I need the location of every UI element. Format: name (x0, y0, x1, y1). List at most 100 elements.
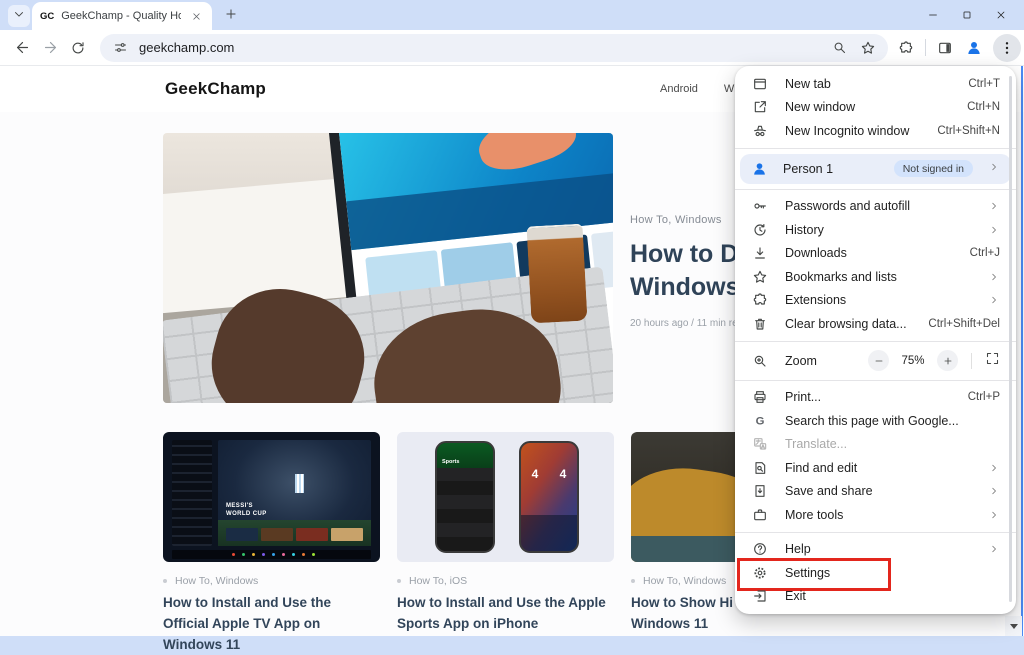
zoom-out-button[interactable] (868, 350, 889, 371)
extensions-puzzle-icon[interactable] (896, 38, 916, 58)
thumb-art-poster (331, 528, 363, 541)
site-settings-icon[interactable] (110, 38, 130, 58)
menu-item-new-incognito-window[interactable]: New Incognito window Ctrl+Shift+N (735, 119, 1016, 143)
menu-scrollbar[interactable] (1009, 76, 1012, 602)
page-scrollbar-corner[interactable] (1005, 616, 1022, 636)
menu-divider (735, 341, 1016, 342)
fullscreen-icon[interactable] (985, 351, 1000, 371)
new-tab-button[interactable] (222, 7, 240, 25)
menu-item-new-window[interactable]: New window Ctrl+N (735, 96, 1016, 120)
chevron-right-icon (988, 271, 1000, 283)
trash-icon (751, 315, 768, 332)
hero-art-drink-glass (527, 224, 588, 324)
window-edge-accent (1021, 66, 1023, 636)
chevron-down-icon (12, 7, 26, 26)
menu-item-passwords-and-autofill[interactable]: Passwords and autofill (735, 195, 1016, 219)
menu-item-settings[interactable]: Settings (735, 561, 1016, 585)
zoom-value: 75% (895, 355, 931, 367)
tab-title: GeekChamp - Quality How to G (61, 10, 181, 22)
tab-search-button[interactable] (8, 5, 30, 27)
toolbar-actions (896, 34, 1021, 62)
find-page-icon (751, 459, 768, 476)
menu-item-zoom: Zoom 75% (735, 347, 1016, 375)
chevron-right-icon (988, 485, 1000, 497)
menu-item-downloads[interactable]: Downloads Ctrl+J (735, 242, 1016, 266)
side-panel-icon[interactable] (935, 38, 955, 58)
menu-item-history[interactable]: History (735, 218, 1016, 242)
article-category[interactable]: How To, iOS (409, 575, 467, 587)
url-text[interactable]: geekchamp.com (139, 40, 820, 55)
nav-item-android[interactable]: Android (660, 83, 698, 95)
article-category[interactable]: How To, Windows (175, 575, 258, 587)
three-dot-menu-button[interactable] (993, 34, 1021, 62)
thumb-art-stadium: MESSI'S WORLD CUP (218, 440, 371, 546)
zoom-divider (971, 353, 972, 369)
article-card-apple-tv[interactable]: MESSI'S WORLD CUP How To, Windows How to… (163, 432, 380, 655)
menu-item-clear-browsing-data[interactable]: Clear browsing data... Ctrl+Shift+Del (735, 312, 1016, 336)
active-tab[interactable]: GC GeekChamp - Quality How to G (32, 2, 212, 30)
thumb-art-big-scores: 4 4 (521, 467, 577, 481)
article-card-apple-sports[interactable]: Sports 4 4 How To, iOS How to Install an… (397, 432, 614, 634)
puzzle-icon (751, 292, 768, 309)
site-logo[interactable]: GeekChamp (165, 79, 266, 99)
toolbar-divider (925, 39, 926, 56)
menu-item-more-tools[interactable]: More tools (735, 503, 1016, 527)
tab-favicon: GC (40, 11, 54, 22)
menu-item-exit[interactable]: Exit (735, 585, 1016, 609)
thumb-art-stats-panel (521, 515, 577, 551)
category-bullet (163, 579, 167, 583)
menu-item-search-with-google[interactable]: G Search this page with Google... (735, 409, 1016, 433)
forward-button[interactable] (36, 34, 64, 62)
article-thumbnail-apple-tv[interactable]: MESSI'S WORLD CUP (163, 432, 380, 562)
exit-icon (751, 588, 768, 605)
chevron-right-icon (988, 294, 1000, 306)
reload-button[interactable] (64, 34, 92, 62)
zoom-controls: 75% (868, 350, 1000, 371)
thumb-caption: MESSI'S WORLD CUP (226, 503, 278, 518)
new-tab-icon (751, 75, 768, 92)
zoom-in-icon (751, 352, 768, 369)
hero-image[interactable] (163, 133, 613, 403)
menu-divider (735, 532, 1016, 533)
gear-icon (751, 564, 768, 581)
menu-item-extensions[interactable]: Extensions (735, 289, 1016, 313)
save-page-icon (751, 483, 768, 500)
menu-item-new-tab[interactable]: New tab Ctrl+T (735, 72, 1016, 96)
browser-window: { "browser": { "favicon": "GC", "tab_tit… (0, 0, 1024, 636)
svg-text:G: G (755, 415, 764, 427)
thumb-art-sidebar (172, 440, 212, 546)
zoom-in-button[interactable] (937, 350, 958, 371)
back-button[interactable] (8, 34, 36, 62)
thumb-score-right: 4 (560, 467, 567, 481)
chevron-right-icon (988, 509, 1000, 521)
article-title[interactable]: How to Install and Use the Apple Sports … (397, 592, 614, 634)
key-icon (751, 198, 768, 215)
maximize-button[interactable] (950, 0, 984, 30)
hero-art-banner-figure (472, 133, 580, 179)
chevron-right-icon (988, 462, 1000, 474)
close-window-button[interactable] (984, 0, 1018, 30)
zoom-indicator-icon[interactable] (829, 38, 849, 58)
address-bar[interactable]: geekchamp.com (100, 34, 888, 62)
thumb-art-phone-left: Sports (435, 441, 495, 553)
category-bullet (631, 579, 635, 583)
menu-item-save-and-share[interactable]: Save and share (735, 480, 1016, 504)
menu-item-help[interactable]: Help (735, 538, 1016, 562)
menu-item-find-and-edit[interactable]: Find and edit (735, 456, 1016, 480)
history-icon (751, 221, 768, 238)
bookmark-star-icon[interactable] (858, 38, 878, 58)
menu-item-bookmarks-and-lists[interactable]: Bookmarks and lists (735, 265, 1016, 289)
tab-close-icon[interactable] (188, 8, 204, 24)
signed-in-status-badge: Not signed in (894, 160, 973, 177)
menu-item-print[interactable]: Print... Ctrl+P (735, 386, 1016, 410)
article-category[interactable]: How To, Windows (643, 575, 726, 587)
article-title[interactable]: How to Install and Use the Official Appl… (163, 592, 380, 655)
article-thumbnail-apple-sports[interactable]: Sports 4 4 (397, 432, 614, 562)
profile-avatar-icon[interactable] (964, 38, 984, 58)
briefcase-icon (751, 506, 768, 523)
menu-profile-row[interactable]: Person 1 Not signed in (740, 154, 1011, 184)
menu-item-translate: Translate... (735, 433, 1016, 457)
chevron-right-icon (988, 200, 1000, 212)
minimize-button[interactable] (916, 0, 950, 30)
thumb-art-score-list (437, 468, 493, 551)
